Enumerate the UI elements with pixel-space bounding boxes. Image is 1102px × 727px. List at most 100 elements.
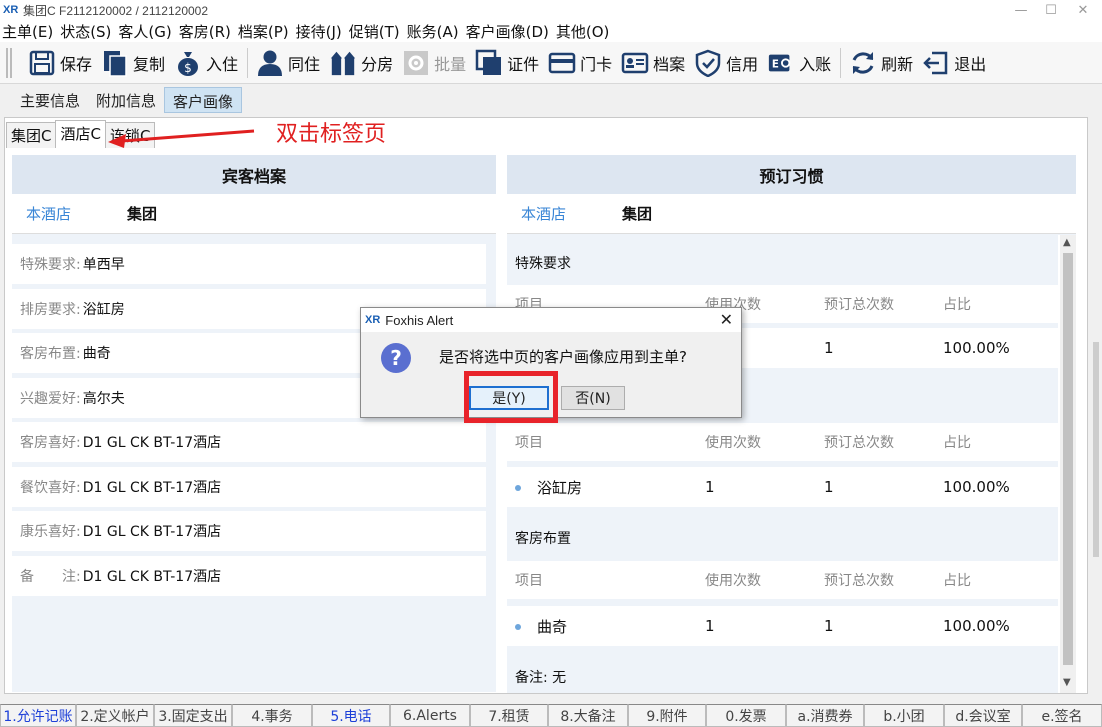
- status-voucher[interactable]: a.消费券: [786, 704, 864, 727]
- status-attachment[interactable]: 9.附件: [628, 704, 706, 727]
- annotation-arrow-icon: [108, 129, 255, 148]
- scrollbar-thumb[interactable]: [1063, 253, 1073, 665]
- status-big-remark[interactable]: 8.大备注: [548, 704, 628, 727]
- copy-button[interactable]: 复制: [101, 45, 165, 81]
- menu-status[interactable]: 状态(S): [60, 21, 111, 42]
- save-icon: [28, 49, 56, 77]
- booking-habits-body: 特殊要求 项目 使用次数 预订总次数 占比 1 100.00% 项目 使用次数 预订总次数占…: [507, 235, 1058, 693]
- status-signature[interactable]: e.签名: [1022, 704, 1102, 727]
- close-window-icon[interactable]: ✕: [1068, 0, 1098, 20]
- tab-customer-portrait[interactable]: 客户画像: [164, 87, 243, 113]
- maximize-icon[interactable]: ☐: [1036, 0, 1066, 20]
- profile-fields: 特殊要求: 单西早 排房要求: 浴缸房 客房布置: 曲奇 兴趣爱好: 高尔夫 客房喜好:…: [12, 244, 486, 600]
- section-room-layout: 客房布置: [507, 518, 1058, 558]
- tab-group[interactable]: 集团: [127, 203, 157, 224]
- menu-main[interactable]: 主单(E): [2, 21, 53, 42]
- credit-button[interactable]: 信用: [694, 45, 758, 81]
- status-invoice[interactable]: 0.发票: [706, 704, 786, 727]
- save-button[interactable]: 保存: [28, 45, 92, 81]
- card-icon: [548, 49, 576, 77]
- menu-promotion[interactable]: 促销(T): [349, 21, 400, 42]
- bullet-icon: [515, 624, 521, 630]
- menu-reception[interactable]: 接待(J): [296, 21, 342, 42]
- certificate-button[interactable]: 证件: [475, 45, 539, 81]
- menu-profile[interactable]: 档案(P): [238, 21, 289, 42]
- door-card-button[interactable]: 门卡: [548, 45, 612, 81]
- guest-profile-title: 宾客档案: [12, 155, 496, 194]
- minimize-icon[interactable]: —: [1006, 0, 1036, 20]
- menu-guest[interactable]: 客人(G): [118, 21, 171, 42]
- field-recreation-preference: 康乐喜好: D1 GL CK BT-17酒店: [12, 511, 486, 551]
- tab-main-info[interactable]: 主要信息: [12, 87, 88, 113]
- panel-scrollbar[interactable]: ▲ ▼: [1060, 235, 1076, 693]
- scroll-down-icon: ▼: [1063, 677, 1071, 688]
- section-special-request: 特殊要求: [507, 243, 1058, 283]
- table-row: 曲奇 1 1 100.00%: [507, 606, 1058, 646]
- refresh-button[interactable]: 刷新: [849, 45, 913, 81]
- booking-habits-title: 预订习惯: [507, 155, 1076, 194]
- dialog-close-icon[interactable]: ✕: [720, 310, 733, 330]
- post-icon: E: [767, 49, 795, 77]
- refresh-icon: [849, 49, 877, 77]
- booking-habits-tabs: 本酒店 集团: [507, 194, 1076, 234]
- status-bar: 1.允许记账 2.定义帐户 3.固定支出 4.事务 5.电话 6.Alerts …: [0, 704, 1102, 727]
- batch-button[interactable]: 批量: [402, 45, 466, 81]
- share-room-button[interactable]: 同住: [256, 45, 320, 81]
- status-rental[interactable]: 7.租赁: [470, 704, 548, 727]
- svg-text:?: ?: [390, 346, 402, 370]
- dialog-logo-icon: XR: [365, 314, 381, 326]
- table-header: 项目 使用次数 预订总次数 占比: [507, 561, 1058, 599]
- exit-button[interactable]: 退出: [922, 45, 986, 81]
- svg-text:E: E: [772, 58, 779, 70]
- shield-icon: [694, 49, 722, 77]
- split-room-button[interactable]: 分房: [329, 45, 393, 81]
- tab-this-hotel[interactable]: 本酒店: [26, 203, 71, 224]
- title-bar: XR 集团C F2112120002 / 2112120002 — ☐ ✕: [0, 0, 1102, 20]
- app-logo: XR: [3, 4, 19, 16]
- field-special-request: 特殊要求: 单西早: [12, 244, 486, 284]
- status-small-group[interactable]: b.小团: [864, 704, 944, 727]
- id-card-icon: [475, 49, 503, 77]
- tab-group-right[interactable]: 集团: [622, 203, 652, 224]
- menu-accounts[interactable]: 账务(A): [407, 21, 459, 42]
- status-alerts[interactable]: 6.Alerts: [390, 704, 470, 727]
- svg-text:$: $: [184, 61, 192, 75]
- field-remarks: 备 注: D1 GL CK BT-17酒店: [12, 555, 486, 596]
- bullet-icon: [515, 485, 521, 491]
- status-fixed-expense[interactable]: 3.固定支出: [154, 704, 232, 727]
- scroll-up-icon: ▲: [1063, 237, 1071, 248]
- person-icon: [256, 49, 284, 77]
- highlight-box: [464, 371, 558, 423]
- guest-profile-tabs: 本酒店 集团: [12, 194, 496, 234]
- menu-room[interactable]: 客房(R): [179, 21, 231, 42]
- dialog-title: Foxhis Alert: [385, 312, 454, 328]
- status-affairs[interactable]: 4.事务: [232, 704, 312, 727]
- no-button[interactable]: 否(N): [561, 386, 625, 410]
- tab-group-c[interactable]: 集团C: [6, 122, 57, 148]
- field-room-preference: 客房喜好: D1 GL CK BT-17酒店: [12, 422, 486, 462]
- money-bag-icon: $: [174, 49, 202, 77]
- window-scrollbar[interactable]: [1090, 117, 1102, 694]
- copy-icon: [101, 49, 129, 77]
- tab-this-hotel-right[interactable]: 本酒店: [521, 203, 566, 224]
- main-tabs: 主要信息 附加信息 客户画像: [12, 87, 243, 113]
- status-meeting-room[interactable]: d.会议室: [944, 704, 1022, 727]
- menu-customer-portrait[interactable]: 客户画像(D): [466, 21, 549, 42]
- table-header: 项目 使用次数 预订总次数 占比: [507, 423, 1058, 461]
- table-row: 浴缸房 1 1 100.00%: [507, 467, 1058, 507]
- status-phone[interactable]: 5.电话: [312, 704, 390, 727]
- tab-hotel-c[interactable]: 酒店C: [55, 120, 106, 148]
- menu-other[interactable]: 其他(O): [556, 21, 610, 42]
- status-allow-charge[interactable]: 1.允许记账: [0, 704, 76, 727]
- dialog-message: 是否将选中页的客户画像应用到主单?: [439, 348, 687, 366]
- profile-button[interactable]: 档案: [621, 45, 685, 81]
- profile-card-icon: [621, 49, 649, 77]
- status-define-account[interactable]: 2.定义帐户: [76, 704, 154, 727]
- checkin-button[interactable]: $ 入住: [174, 45, 238, 81]
- tab-extra-info[interactable]: 附加信息: [88, 87, 164, 113]
- gear-icon: [402, 49, 430, 77]
- post-entry-button[interactable]: E 入账: [767, 45, 831, 81]
- remarks-note: 备注: 无: [507, 657, 1058, 693]
- window-title: 集团C F2112120002 / 2112120002: [23, 3, 209, 18]
- menu-bar: 主单(E) 状态(S) 客人(G) 客房(R) 档案(P) 接待(J) 促销(T…: [0, 20, 1102, 42]
